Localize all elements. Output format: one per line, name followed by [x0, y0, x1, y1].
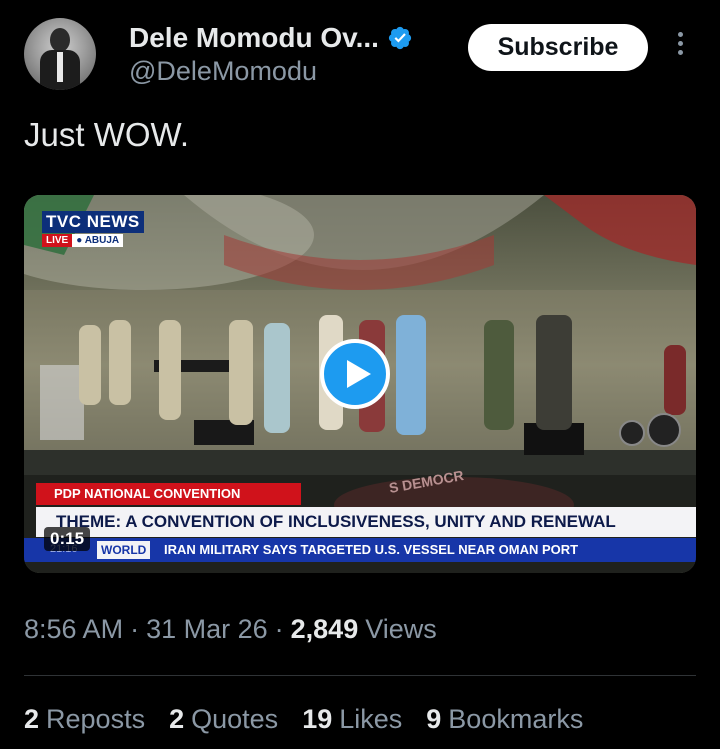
video-player[interactable]: S DEMOCR TVC NEWS LIVE ● ABUJA PDP NATIO…	[24, 195, 696, 573]
bookmarks-label: Bookmarks	[448, 704, 584, 734]
engagement-stats: 2 Reposts 2 Quotes 19 Likes 9 Bookmarks	[24, 704, 607, 735]
channel-suffix: NEWS	[86, 212, 140, 231]
avatar[interactable]	[24, 18, 96, 90]
ticker-text: IRAN MILITARY SAYS TARGETED U.S. VESSEL …	[164, 542, 579, 557]
play-button[interactable]	[320, 339, 390, 409]
tweet-meta: 8:56 AM · 31 Mar 26 · 2,849 Views	[24, 614, 437, 645]
channel-name: TVC	[46, 212, 82, 231]
author-display-name[interactable]: Dele Momodu Ov...	[129, 22, 379, 54]
bookmarks-count: 9	[426, 704, 442, 734]
meta-separator: ·	[130, 614, 140, 644]
reposts-stat[interactable]: 2 Reposts	[24, 704, 145, 735]
bookmarks-stat[interactable]: 9 Bookmarks	[426, 704, 583, 735]
divider	[24, 675, 696, 676]
more-vertical-icon[interactable]	[672, 32, 688, 64]
reposts-count: 2	[24, 704, 40, 734]
channel-logo: TVC NEWS LIVE ● ABUJA	[42, 211, 144, 247]
video-duration-badge: 0:15	[44, 527, 91, 551]
convention-banner: PDP NATIONAL CONVENTION	[36, 483, 301, 505]
subscribe-button[interactable]: Subscribe	[468, 24, 648, 71]
verified-badge-icon	[388, 26, 412, 50]
views-count: 2,849	[290, 614, 359, 644]
theme-bar: THEME: A CONVENTION OF INCLUSIVENESS, UN…	[36, 507, 696, 537]
meta-separator: ·	[274, 614, 284, 644]
quotes-label: Quotes	[191, 704, 279, 734]
location-text: ABUJA	[84, 235, 120, 246]
author-name-row[interactable]: Dele Momodu Ov...	[129, 22, 413, 54]
likes-count: 19	[302, 704, 333, 734]
ticker-tag: WORLD	[97, 541, 151, 559]
quotes-count: 2	[169, 704, 185, 734]
author-handle[interactable]: @DeleMomodu	[129, 56, 317, 87]
quotes-stat[interactable]: 2 Quotes	[169, 704, 278, 735]
news-ticker: 21:16 WORLD IRAN MILITARY SAYS TARGETED …	[24, 538, 696, 562]
likes-stat[interactable]: 19 Likes	[302, 704, 402, 735]
reposts-label: Reposts	[46, 704, 146, 734]
tweet-time[interactable]: 8:56 AM	[24, 614, 123, 645]
views-label: Views	[365, 614, 437, 644]
location-badge: ● ABUJA	[72, 234, 124, 247]
tweet-date[interactable]: 31 Mar 26	[146, 614, 268, 645]
play-icon	[347, 360, 371, 388]
live-badge: LIVE	[42, 234, 73, 247]
tweet-text: Just WOW.	[24, 116, 189, 153]
likes-label: Likes	[339, 704, 403, 734]
tweet-header: Dele Momodu Ov... @DeleMomodu Subscribe	[0, 0, 720, 100]
